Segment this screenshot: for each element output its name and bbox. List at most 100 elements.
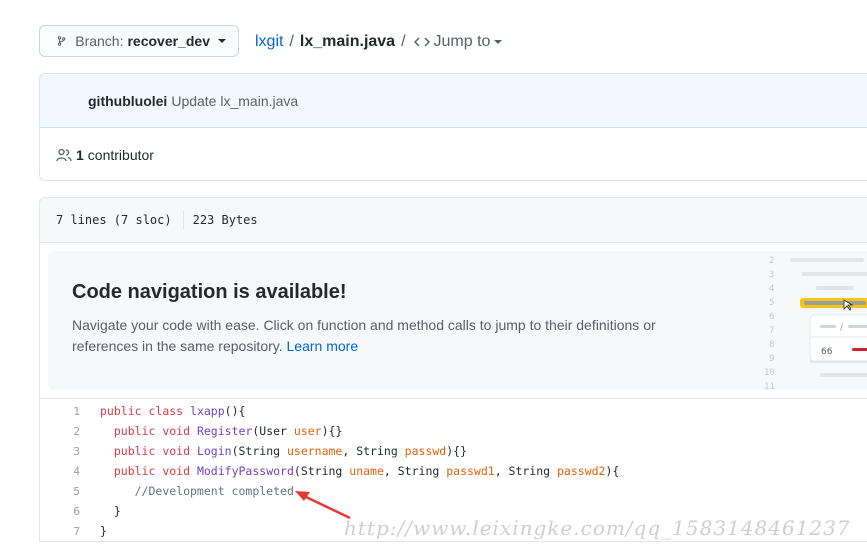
code-token: (User — [252, 424, 294, 438]
code-text: public void ModifyPassword(String uname,… — [80, 464, 619, 478]
line-number[interactable]: 2 — [40, 425, 80, 438]
code-text: public class lxapp(){ — [80, 404, 245, 418]
line-number[interactable]: 6 — [40, 505, 80, 518]
file-size: 223 Bytes — [192, 213, 258, 227]
code-token: public — [100, 404, 149, 418]
code-line: 1 public class lxapp(){ — [40, 401, 867, 421]
people-icon — [56, 148, 72, 161]
code-token: //Development completed — [134, 484, 294, 498]
commit-author[interactable]: githubluolei — [88, 93, 167, 109]
line-number[interactable]: 1 — [40, 405, 80, 418]
code-token: class — [148, 404, 191, 418]
illustration-line-number: 7 — [769, 326, 774, 336]
code-navigation-banner: Code navigation is available! Navigate y… — [40, 243, 867, 399]
watermark: http://www.leixingke.com/qq_158314846123… — [344, 516, 851, 540]
commit-box: githubluolei Update lx_main.java 1 contr… — [39, 73, 867, 181]
contributor-count: 1 — [76, 146, 84, 163]
commit-message[interactable]: Update lx_main.java — [171, 93, 298, 109]
branch-select-button[interactable]: Branch: recover_dev — [39, 25, 239, 57]
contributor-label: contributor — [87, 146, 154, 163]
repo-link[interactable]: lxgit — [255, 33, 283, 51]
code-token: } — [100, 504, 121, 518]
line-number[interactable]: 4 — [40, 465, 80, 478]
code-icon — [413, 37, 430, 47]
code-token: {} — [453, 444, 468, 458]
code-token: user — [293, 424, 322, 438]
code-token: username — [286, 444, 343, 458]
code-text: } — [80, 524, 107, 538]
contributors-row[interactable]: 1 contributor — [40, 128, 867, 180]
code-token: (String — [231, 444, 287, 458]
code-navigation-illustration-icon: 2 3 4 5 6 7 8 9 10 11 / 66 — [764, 256, 867, 392]
illustration-line-number: 5 — [769, 298, 774, 308]
code-token: (String — [293, 464, 350, 478]
code-text: public void Login(String username, Strin… — [80, 444, 467, 458]
references-popover: / 66 — [809, 314, 867, 362]
code-token: ModifyPassword — [196, 464, 294, 478]
illustration-line-number: 9 — [769, 354, 774, 364]
file-info-header: 7 lines (7 sloc) 223 Bytes — [40, 198, 867, 243]
code-token: public — [113, 424, 163, 438]
illustration-line-number: 3 — [769, 270, 774, 280]
chevron-down-icon — [494, 40, 503, 44]
code-token: {} — [328, 424, 343, 438]
code-token: passwd1 — [446, 464, 495, 478]
code-token: passwd — [404, 444, 447, 458]
code-token: ) — [321, 424, 329, 438]
divider — [182, 211, 184, 229]
code-line: 3 public void Login(String username, Str… — [40, 441, 867, 461]
branch-label: Branch: — [75, 33, 124, 49]
illustration-reference-count: 66 — [821, 347, 833, 357]
line-number[interactable]: 3 — [40, 445, 80, 458]
illustration-line-number: 8 — [769, 340, 774, 350]
illustration-line-number: 6 — [769, 312, 774, 322]
code-text: } — [80, 504, 121, 518]
file-name: lx_main.java — [299, 33, 396, 50]
breadcrumb: lxgit / lx_main.java / Jump to — [255, 31, 503, 53]
line-number[interactable]: 5 — [40, 485, 80, 498]
chevron-down-icon — [218, 39, 226, 43]
code-token: , String — [383, 464, 447, 478]
code-token: Register — [196, 424, 253, 438]
code-text: public void Register(User user){} — [80, 424, 343, 438]
file-box: 7 lines (7 sloc) 223 Bytes Code navigati… — [39, 197, 867, 542]
jump-to-label: Jump to — [433, 33, 491, 50]
illustration-line-number: 4 — [769, 284, 774, 294]
code-token: passwd2 — [557, 464, 606, 478]
code-line: 2 public void Register(User user){} — [40, 421, 867, 441]
code-navigation-description: Navigate your code with ease. Click on f… — [72, 317, 656, 354]
code-token: void — [162, 424, 197, 438]
breadcrumb-separator: / — [289, 33, 294, 50]
code-text: //Development completed — [80, 484, 294, 498]
code-token: , String — [494, 464, 557, 478]
latest-commit: githubluolei Update lx_main.java — [40, 74, 867, 128]
jump-to-button[interactable]: Jump to — [413, 33, 503, 51]
code-token: lxapp — [190, 404, 225, 418]
code-token: void — [162, 464, 197, 478]
code-line: 4 public void ModifyPassword(String unam… — [40, 461, 867, 481]
code-token: , String — [342, 444, 405, 458]
code-token: public — [113, 444, 163, 458]
breadcrumb-separator: / — [401, 33, 406, 50]
illustration-line-number: 11 — [764, 382, 775, 392]
code-navigation-title: Code navigation is available! — [72, 281, 347, 303]
code-token: uname — [349, 464, 384, 478]
code-token: void — [162, 444, 197, 458]
learn-more-link[interactable]: Learn more — [287, 338, 359, 354]
file-line-count: 7 lines (7 sloc) — [56, 213, 172, 227]
code-token: (){ — [224, 404, 246, 418]
code-token: public — [113, 464, 163, 478]
illustration-line-number: 2 — [769, 256, 774, 266]
code-line: 5 //Development completed — [40, 481, 867, 501]
code-token: } — [100, 524, 107, 538]
branch-name: recover_dev — [127, 33, 210, 49]
illustration-line-number: 10 — [764, 368, 775, 378]
git-branch-icon — [57, 36, 66, 46]
code-token: Login — [196, 444, 232, 458]
line-number[interactable]: 7 — [40, 525, 80, 538]
code-token: ){ — [605, 464, 620, 478]
